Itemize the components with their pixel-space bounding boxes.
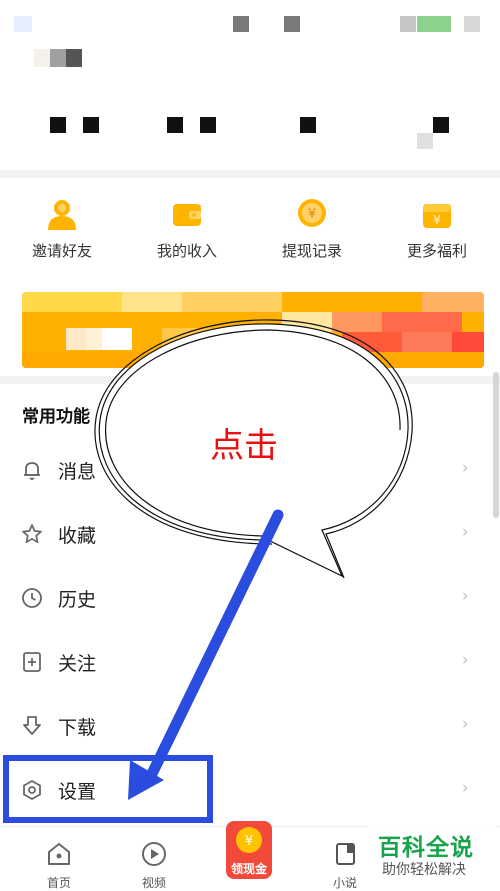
svg-text:¥: ¥ bbox=[308, 207, 316, 222]
menu-item-label: 收藏 bbox=[58, 525, 97, 547]
quick-action-label: 我的收入 bbox=[156, 242, 217, 260]
bell-icon bbox=[24, 462, 40, 480]
quick-actions: 邀请好友 我的收入 ¥ 提现记录 ¥ 更多福利 bbox=[0, 190, 500, 270]
menu-item-label: 消息 bbox=[58, 461, 97, 483]
download-icon bbox=[23, 716, 41, 735]
chevron-right-icon: › bbox=[462, 778, 469, 797]
menu-item-label: 下载 bbox=[58, 717, 97, 739]
stat-value[interactable] bbox=[300, 117, 316, 133]
nav-tab-home[interactable]: 首页 bbox=[19, 827, 99, 891]
promo-banner-image bbox=[22, 292, 484, 368]
nav-tab-video[interactable]: 视频 bbox=[114, 827, 194, 891]
stat-value[interactable] bbox=[200, 117, 216, 133]
book-icon bbox=[336, 843, 355, 865]
watermark-subtitle: 助你轻松解决 bbox=[382, 862, 466, 878]
clock-icon bbox=[22, 588, 42, 608]
chevron-right-icon: › bbox=[462, 650, 469, 669]
watermark: 百科全说 助你轻松解决 bbox=[370, 826, 496, 889]
quick-action-label: 更多福利 bbox=[406, 242, 467, 260]
svg-text:¥: ¥ bbox=[433, 213, 441, 227]
menu-item-settings[interactable]: 设置 › bbox=[0, 760, 500, 824]
menu-item-label: 历史 bbox=[58, 589, 97, 611]
avatar bbox=[50, 49, 66, 67]
star-icon bbox=[22, 524, 42, 544]
watermark-title: 百科全说 bbox=[378, 835, 474, 861]
section-divider bbox=[0, 170, 500, 178]
stat-value[interactable] bbox=[50, 117, 66, 133]
status-bar-icon bbox=[14, 16, 32, 32]
nav-tab-label: 领现金 bbox=[230, 862, 267, 876]
stat-value[interactable] bbox=[83, 117, 99, 133]
quick-action-invite[interactable]: 邀请好友 bbox=[7, 190, 117, 261]
gift-icon: ¥ bbox=[423, 204, 451, 228]
settings-icon bbox=[23, 780, 41, 800]
play-icon bbox=[142, 842, 166, 866]
menu-item-history[interactable]: 历史 › bbox=[0, 568, 500, 632]
home-icon bbox=[48, 843, 70, 865]
nav-tab-label: 视频 bbox=[141, 876, 166, 890]
status-bar-icon bbox=[400, 16, 416, 32]
battery-icon bbox=[417, 16, 451, 32]
section-divider bbox=[0, 376, 500, 384]
section-title: 常用功能 bbox=[22, 407, 90, 427]
person-icon bbox=[48, 200, 76, 230]
status-bar-icon bbox=[233, 16, 249, 32]
quick-action-label: 邀请好友 bbox=[31, 242, 92, 260]
menu-item-label: 关注 bbox=[58, 653, 97, 675]
profile-header bbox=[0, 0, 500, 170]
promo-banner[interactable] bbox=[22, 292, 484, 368]
stat-value[interactable] bbox=[433, 117, 449, 133]
nav-tab-label: 首页 bbox=[46, 876, 71, 890]
quick-action-label: 提现记录 bbox=[281, 242, 342, 260]
add-follow-icon bbox=[23, 652, 41, 672]
quick-action-withdraw-record[interactable]: ¥ 提现记录 bbox=[257, 190, 367, 261]
avatar bbox=[66, 49, 82, 67]
chevron-right-icon: › bbox=[462, 458, 469, 477]
status-bar-icon bbox=[284, 16, 300, 32]
stat-value bbox=[417, 133, 433, 149]
quick-action-income[interactable]: 我的收入 bbox=[132, 190, 242, 261]
callout-text: 点击 bbox=[210, 426, 278, 466]
menu-item-label: 设置 bbox=[58, 781, 97, 803]
coin-icon: ¥ bbox=[298, 199, 326, 227]
menu-item-favorites[interactable]: 收藏 › bbox=[0, 504, 500, 568]
status-bar-icon bbox=[464, 16, 480, 32]
menu-item-follow[interactable]: 关注 › bbox=[0, 632, 500, 696]
chevron-right-icon: › bbox=[462, 714, 469, 733]
chevron-right-icon: › bbox=[462, 586, 469, 605]
quick-action-more-benefits[interactable]: ¥ 更多福利 bbox=[382, 190, 492, 261]
menu-item-download[interactable]: 下载 › bbox=[0, 696, 500, 760]
svg-text:¥: ¥ bbox=[245, 834, 253, 849]
avatar[interactable] bbox=[34, 49, 50, 67]
yen-coin-icon: ¥ bbox=[236, 827, 262, 853]
stat-value[interactable] bbox=[167, 117, 183, 133]
chevron-right-icon: › bbox=[462, 522, 469, 541]
wallet-icon bbox=[173, 204, 201, 226]
